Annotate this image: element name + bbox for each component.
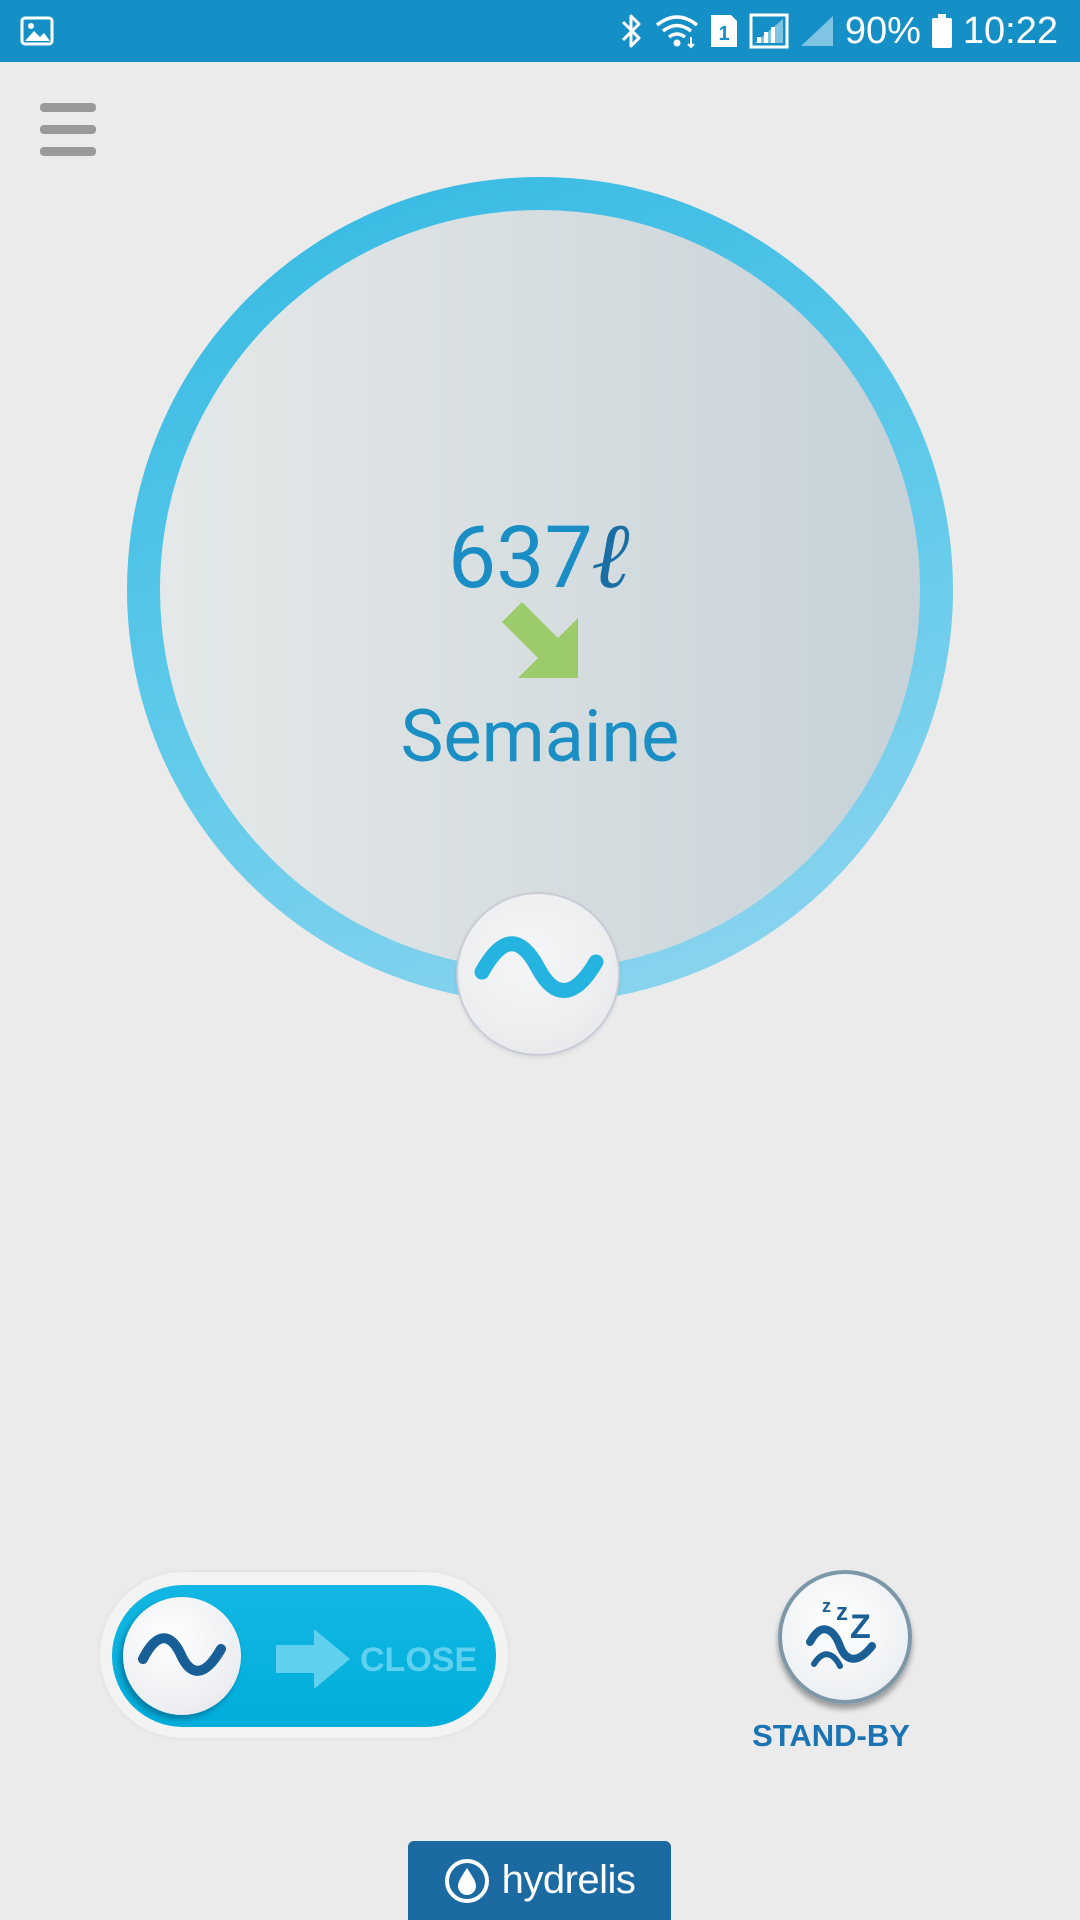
battery-icon: [931, 13, 953, 49]
arrow-right-icon: [274, 1627, 352, 1695]
consumption-unit: ℓ: [592, 501, 633, 609]
wave-icon: [474, 936, 604, 998]
sim-slot-number: 1: [718, 23, 729, 45]
gauge-mode-button[interactable]: [456, 892, 620, 1056]
status-bar-right: 1 90% 10:22: [619, 0, 1058, 62]
svg-text:z: z: [822, 1596, 831, 1616]
battery-percentage: 90%: [844, 10, 921, 52]
menu-line: [40, 103, 96, 112]
svg-text:Z: Z: [850, 1608, 871, 1646]
menu-line: [40, 147, 96, 156]
down-right-arrow-icon: [500, 600, 590, 690]
bluetooth-icon: [619, 12, 645, 50]
gallery-icon: [20, 14, 54, 48]
gauge-face: 637ℓ Semaine: [160, 210, 920, 970]
wifi-icon: [655, 13, 699, 49]
signal-icon: [749, 13, 789, 49]
wave-icon: [138, 1633, 226, 1676]
consumption-gauge: 637ℓ Semaine: [127, 177, 953, 1003]
status-bar: 1 90% 10:22: [0, 0, 1080, 62]
hamburger-menu-icon[interactable]: [40, 103, 96, 159]
brand-footer: hydrelis: [408, 1841, 671, 1920]
app-screen: 1 90% 10:22 637ℓ Semaine CLOSE z z Z STA…: [0, 0, 1080, 1920]
signal-icon-2: [799, 14, 835, 48]
standby-button[interactable]: z z Z: [778, 1570, 912, 1704]
menu-line: [40, 125, 96, 134]
water-drop-icon: [444, 1858, 489, 1903]
close-slider-label: CLOSE: [360, 1641, 478, 1679]
close-slider-handle[interactable]: [123, 1597, 241, 1715]
svg-text:z: z: [836, 1599, 848, 1626]
sim-icon: 1: [709, 13, 739, 49]
consumption-volume: 637ℓ: [160, 505, 920, 608]
standby-label[interactable]: STAND-BY: [700, 1714, 962, 1758]
consumption-value: 637: [447, 507, 593, 608]
period-label[interactable]: Semaine: [160, 692, 920, 782]
brand-name: hydrelis: [501, 1858, 636, 1902]
sleep-zzz-icon: z z Z: [806, 1596, 876, 1669]
clock: 10:22: [962, 10, 1058, 52]
